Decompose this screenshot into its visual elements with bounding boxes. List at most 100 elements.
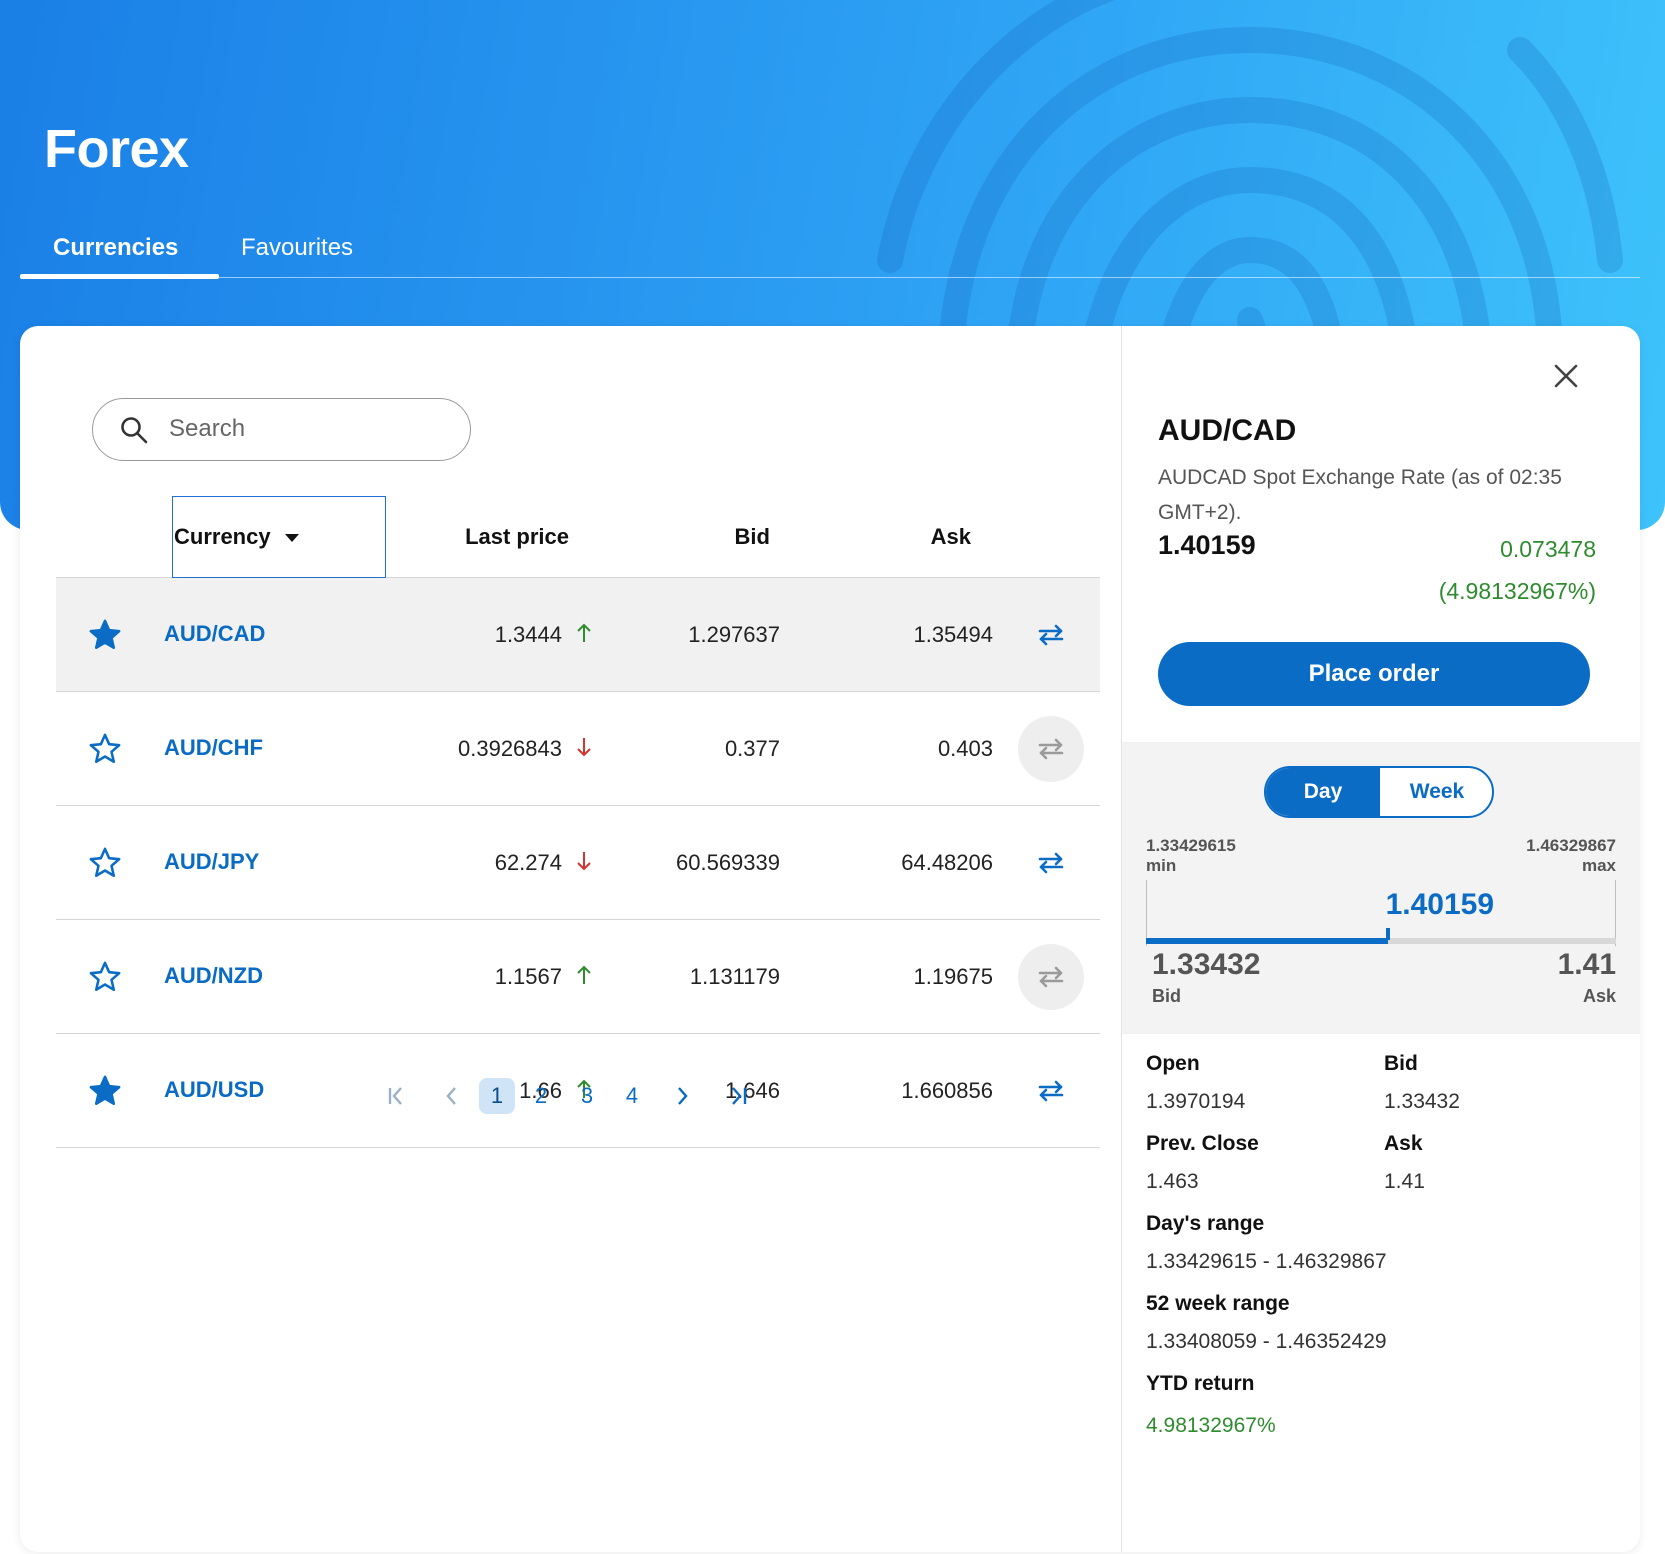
ytd-return-value: 4.98132967%	[1146, 1414, 1276, 1437]
table-row[interactable]: AUD/CAD 1.3444 1.297637 1.35494	[56, 578, 1100, 692]
range-widget: Day Week 1.33429615 min 1.46329867 max 1…	[1122, 742, 1640, 1034]
range-max-label: max	[1581, 856, 1616, 875]
detail-title: AUD/CAD	[1158, 414, 1297, 447]
swap-arrows-icon	[1038, 624, 1064, 646]
range-track	[1146, 938, 1616, 944]
week-toggle-button[interactable]: Week	[1380, 768, 1492, 816]
bid-stat-value: 1.33432	[1384, 1090, 1460, 1113]
star-outline-icon[interactable]	[88, 732, 122, 766]
arrow-up-icon	[577, 623, 591, 642]
range-bid-value: 1.33432	[1152, 948, 1261, 981]
page-4-button[interactable]: 4	[614, 1078, 650, 1114]
trade-button[interactable]	[1018, 944, 1084, 1010]
range-min-value: 1.33429615	[1146, 836, 1236, 855]
previous-page-button[interactable]	[434, 1078, 470, 1114]
first-page-icon	[388, 1087, 402, 1105]
search-input[interactable]	[169, 409, 449, 449]
chevron-right-icon	[678, 1087, 688, 1105]
trade-button[interactable]	[1018, 602, 1084, 668]
range-frame	[1146, 880, 1616, 946]
range-track-fill	[1146, 938, 1388, 944]
ask-stat-value: 1.41	[1384, 1170, 1425, 1193]
page-1-button[interactable]: 1	[479, 1078, 515, 1114]
bid-stat-label: Bid	[1384, 1052, 1418, 1075]
main-card: Currency Last price Bid Ask AUD/CAD 1.344…	[20, 326, 1640, 1552]
star-outline-icon[interactable]	[88, 846, 122, 880]
star-filled-icon[interactable]	[88, 1074, 122, 1108]
last-price-value: 1.3444	[494, 622, 562, 647]
star-outline-icon[interactable]	[88, 960, 122, 994]
currency-pair-link[interactable]: AUD/USD	[164, 1077, 264, 1103]
bid-value: 0.377	[724, 736, 780, 761]
page-3-button[interactable]: 3	[569, 1078, 605, 1114]
ask-value: 0.403	[937, 736, 993, 761]
range-bid-label: Bid	[1152, 986, 1181, 1006]
range-toggle: Day Week	[1264, 766, 1494, 818]
currency-pair-link[interactable]: AUD/CAD	[164, 621, 265, 647]
pagination: 1 2 3 4	[380, 1078, 800, 1128]
detail-panel: AUD/CAD AUDCAD Spot Exchange Rate (as of…	[1122, 326, 1640, 1552]
range-ask-label: Ask	[1582, 986, 1616, 1006]
last-price-value: 0.3926843	[458, 736, 562, 761]
ask-value: 1.19675	[913, 964, 993, 989]
range-min-label: min	[1146, 856, 1177, 875]
bid-value: 1.297637	[688, 622, 780, 647]
first-page-button[interactable]	[378, 1078, 414, 1114]
table-row[interactable]: AUD/JPY 62.274 60.569339 64.48206	[56, 806, 1100, 920]
search-icon	[121, 417, 148, 444]
bid-column-header[interactable]: Bid	[735, 524, 770, 550]
tab-favourites[interactable]: Favourites	[241, 234, 353, 262]
ask-value: 1.660856	[901, 1078, 993, 1103]
detail-change-percent: (4.98132967%)	[1438, 578, 1596, 604]
open-value: 1.3970194	[1146, 1090, 1246, 1113]
ask-value: 64.48206	[901, 850, 993, 875]
star-filled-icon[interactable]	[88, 618, 122, 652]
chevron-left-icon	[446, 1087, 456, 1105]
currency-column-label: Currency	[174, 524, 271, 549]
currency-column-header[interactable]: Currency	[172, 496, 386, 578]
range-ask-value: 1.41	[1557, 948, 1616, 981]
detail-description: AUDCAD Spot Exchange Rate (as of 02:35 G…	[1158, 466, 1562, 524]
currency-pair-link[interactable]: AUD/CHF	[164, 735, 263, 761]
tab-bar: Currencies Favourites	[20, 220, 1640, 279]
page-title: Forex	[44, 119, 189, 179]
search-box	[92, 398, 471, 461]
swap-arrows-icon	[1038, 966, 1064, 988]
table-header: Currency Last price Bid Ask	[56, 496, 1100, 578]
range-max-value: 1.46329867	[1526, 836, 1616, 855]
last-price-column-header[interactable]: Last price	[465, 524, 569, 550]
prev-close-label: Prev. Close	[1146, 1132, 1259, 1155]
table-row[interactable]: AUD/NZD 1.1567 1.131179 1.19675	[56, 920, 1100, 1034]
days-range-value: 1.33429615 - 1.46329867	[1146, 1250, 1387, 1273]
day-toggle-button[interactable]: Day	[1266, 768, 1380, 816]
page-2-button[interactable]: 2	[523, 1078, 559, 1114]
currency-pair-link[interactable]: AUD/JPY	[164, 849, 259, 875]
trade-button[interactable]	[1018, 1058, 1084, 1124]
days-range-label: Day's range	[1146, 1212, 1265, 1235]
detail-change: 0.073478	[1500, 536, 1596, 562]
last-page-icon	[732, 1087, 747, 1105]
ask-column-header[interactable]: Ask	[931, 524, 971, 550]
swap-arrows-icon	[1038, 1080, 1064, 1102]
range-current-value: 1.40159	[1385, 888, 1495, 921]
bid-value: 1.131179	[689, 964, 780, 989]
last-page-button[interactable]	[720, 1078, 756, 1114]
ytd-return-label: YTD return	[1146, 1372, 1255, 1395]
tab-currencies[interactable]: Currencies	[53, 234, 178, 262]
trade-button[interactable]	[1018, 830, 1084, 896]
open-label: Open	[1146, 1052, 1200, 1075]
arrow-down-icon	[577, 852, 591, 871]
last-price-value: 1.1567	[494, 964, 562, 989]
close-icon[interactable]	[1550, 360, 1582, 392]
prev-close-value: 1.463	[1146, 1170, 1199, 1193]
ask-value: 1.35494	[913, 622, 993, 647]
arrow-up-icon	[577, 965, 591, 984]
next-page-button[interactable]	[664, 1078, 700, 1114]
swap-arrows-icon	[1038, 852, 1064, 874]
swap-arrows-icon	[1038, 738, 1064, 760]
table-row[interactable]: AUD/CHF 0.3926843 0.377 0.403	[56, 692, 1100, 806]
currency-pair-link[interactable]: AUD/NZD	[164, 963, 263, 989]
place-order-button[interactable]: Place order	[1158, 642, 1590, 706]
trade-button[interactable]	[1018, 716, 1084, 782]
active-tab-indicator	[20, 274, 219, 279]
